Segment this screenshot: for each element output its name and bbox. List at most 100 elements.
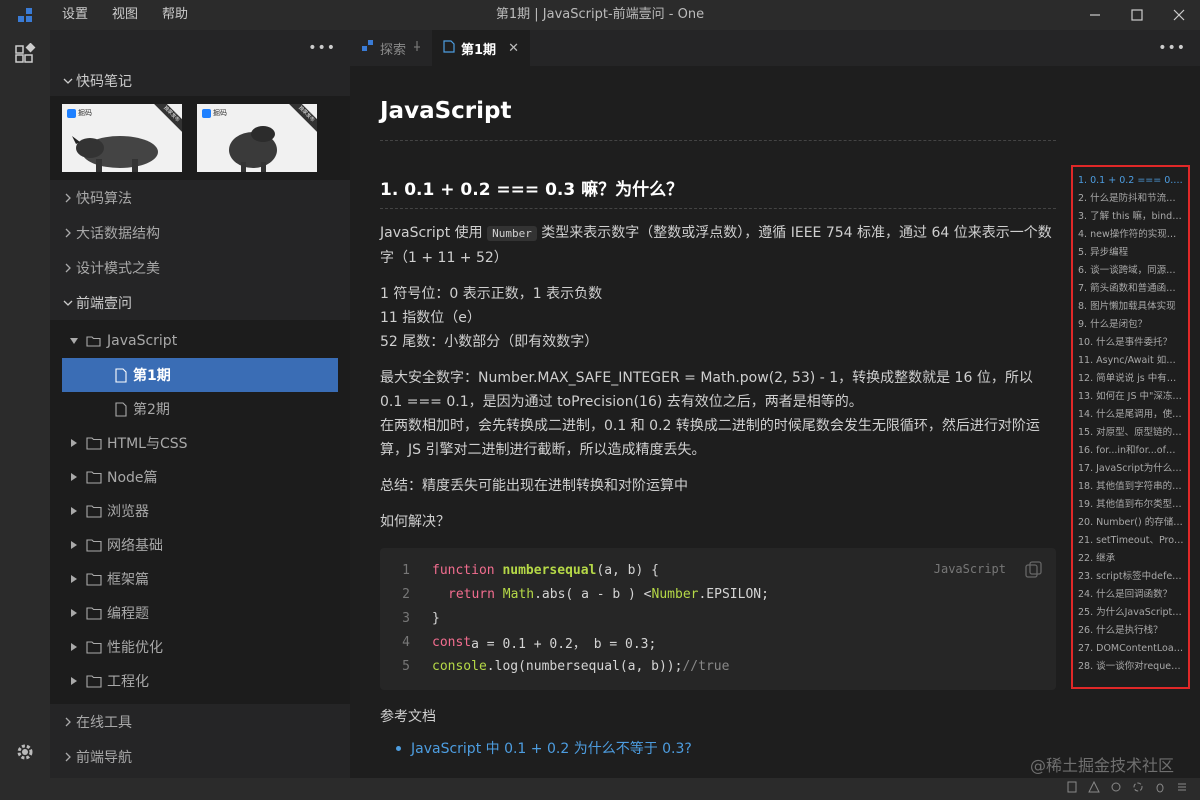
menu-icon[interactable] xyxy=(1176,781,1188,797)
app-logo-icon xyxy=(0,0,50,30)
close-window-button[interactable] xyxy=(1158,0,1200,30)
outline-item[interactable]: 4. new操作符的实现原理 xyxy=(1078,226,1184,244)
menu-help[interactable]: 帮助 xyxy=(150,0,200,30)
code-text: .log(numbersequal(a, b)); xyxy=(486,658,683,674)
section-label: 前端壹问 xyxy=(76,295,132,312)
outline-item[interactable]: 23. script标签中defer和async的区别 xyxy=(1078,568,1184,586)
watermark: @稀土掘金技术社区 xyxy=(1029,756,1174,775)
outline-item[interactable]: 2. 什么是防抖和节流？有什么区别？ xyxy=(1078,190,1184,208)
settings-icon[interactable] xyxy=(1110,781,1122,797)
section-label: 在线工具 xyxy=(76,714,132,731)
outline-item[interactable]: 11. Async/Await 如何通过同步的方式实现异步 xyxy=(1078,352,1184,370)
outline-item[interactable]: 20. Number() 的存储空间是多大 xyxy=(1078,514,1184,532)
minimize-button[interactable] xyxy=(1074,0,1116,30)
sidebar: ••• 快码笔记 掘码 独家发布 掘码 独家发布 快码算法 大话数据结构 设计模… xyxy=(50,30,350,778)
tree-folder-network[interactable]: 网络基础 xyxy=(50,528,350,562)
document-icon[interactable] xyxy=(1066,781,1078,797)
tree-folder-frameworks[interactable]: 框架篇 xyxy=(50,562,350,596)
code-language-label: JavaScript xyxy=(933,562,1006,576)
outline-item[interactable]: 24. 什么是回调函数？ xyxy=(1078,586,1184,604)
chevron-right-icon xyxy=(60,228,76,238)
tree-folder-html-css[interactable]: HTML与CSS xyxy=(50,426,350,460)
menu-view[interactable]: 视图 xyxy=(100,0,150,30)
outline-item[interactable]: 19. 其他值到布尔类型的值的转换规则 xyxy=(1078,496,1184,514)
outline-item[interactable]: 28. 谈一谈你对requestAnimationFrame的理解 xyxy=(1078,658,1184,676)
tree-label: 性能优化 xyxy=(107,640,163,656)
outline-item[interactable]: 22. 继承 xyxy=(1078,550,1184,568)
outline-item[interactable]: 26. 什么是执行栈？ xyxy=(1078,622,1184,640)
outline-item[interactable]: 10. 什么是事件委托？ xyxy=(1078,334,1184,352)
line-number: 3 xyxy=(402,610,410,626)
caret-right-icon xyxy=(66,608,82,618)
outline-item[interactable]: 17. JavaScript为什么要进行变量提升 xyxy=(1078,460,1184,478)
link-text[interactable]: JavaScript 中 0.1 + 0.2 为什么不等于 0.3? xyxy=(411,738,692,758)
copy-icon[interactable] xyxy=(1024,560,1044,584)
document-icon xyxy=(443,39,455,57)
tree-folder-coding[interactable]: 编程题 xyxy=(50,596,350,630)
section-online-tools[interactable]: 在线工具 xyxy=(50,704,350,739)
linux-icon[interactable] xyxy=(1154,781,1166,797)
warning-icon[interactable] xyxy=(1088,780,1100,797)
folder-open-icon xyxy=(86,334,102,348)
explorer-icon[interactable] xyxy=(0,32,50,76)
outline-item[interactable]: 12. 简单说说 js 中有哪几种内存泄露的情况 xyxy=(1078,370,1184,388)
tree-folder-engineering[interactable]: 工程化 xyxy=(50,664,350,698)
outline-item[interactable]: 13. 如何在 JS 中"深冻结"对象 xyxy=(1078,388,1184,406)
gear-icon[interactable] xyxy=(0,730,50,774)
section-frontend-qa[interactable]: 前端壹问 xyxy=(50,285,350,320)
outline-item[interactable]: 25. 为什么JavaScript是单线程 xyxy=(1078,604,1184,622)
outline-item[interactable]: 27. DOMContentLoaded 事件 xyxy=(1078,640,1184,658)
outline-item[interactable]: 5. 异步编程 xyxy=(1078,244,1184,262)
reference-link[interactable]: JavaScript 中 0.1 + 0.2 为什么不等于 0.3? xyxy=(396,738,1056,758)
outline-item[interactable]: 8. 图片懒加载具体实现 xyxy=(1078,298,1184,316)
status-bar xyxy=(0,778,1200,800)
tree-folder-browser[interactable]: 浏览器 xyxy=(50,494,350,528)
chevron-right-icon xyxy=(60,752,76,762)
paragraph-intro: JavaScript 使用 Number 类型来表示数字（整数或浮点数），遵循 … xyxy=(380,221,1056,270)
tree-file-issue-2[interactable]: 第2期 xyxy=(50,392,350,426)
folder-icon xyxy=(86,538,102,552)
outline-item[interactable]: 1. 0.1 + 0.2 === 0.3 嘛？为什么？ xyxy=(1078,172,1184,190)
editor-more-icon[interactable]: ••• xyxy=(1158,30,1186,66)
outline-item[interactable]: 16. for...in和for...of的区别 xyxy=(1078,442,1184,460)
tab-issue-1[interactable]: 第1期 ✕ xyxy=(433,30,530,66)
outline-item[interactable]: 15. 对原型、原型链的理解 xyxy=(1078,424,1184,442)
paragraph-summary: 总结：精度丢失可能出现在进制转换和对阶运算中 xyxy=(380,478,688,494)
code-block: JavaScript 1 function numbersequal (a, b)… xyxy=(380,548,1056,690)
outline-item[interactable]: 7. 箭头函数和普通函数的区别 xyxy=(1078,280,1184,298)
tree-label: Node篇 xyxy=(107,470,158,486)
section-design-patterns[interactable]: 设计模式之美 xyxy=(50,250,350,285)
sync-icon[interactable] xyxy=(1132,781,1144,797)
code-comment: //true xyxy=(682,658,730,674)
tab-explore[interactable]: 探索 xyxy=(350,30,434,66)
thumbnail-card[interactable]: 掘码 独家发布 xyxy=(62,104,182,172)
close-icon[interactable]: ✕ xyxy=(508,41,519,56)
outline-item[interactable]: 9. 什么是闭包？ xyxy=(1078,316,1184,334)
section-kuaima-algo[interactable]: 快码算法 xyxy=(50,180,350,215)
section-label: 大话数据结构 xyxy=(76,225,160,242)
outline-item[interactable]: 6. 谈一谈跨域，同源策略 xyxy=(1078,262,1184,280)
code-class: console xyxy=(432,658,487,674)
outline-item[interactable]: 3. 了解 this 嘛，bind，call，apply 具体指什么 xyxy=(1078,208,1184,226)
folder-icon xyxy=(86,504,102,518)
section-data-structures[interactable]: 大话数据结构 xyxy=(50,215,350,250)
sidebar-more-icon[interactable]: ••• xyxy=(308,40,336,56)
line-number: 5 xyxy=(402,658,410,674)
tree-file-issue-1[interactable]: 第1期 xyxy=(62,358,338,392)
thumbnail-card[interactable]: 掘码 独家发布 xyxy=(197,104,317,172)
references-list: JavaScript 中 0.1 + 0.2 为什么不等于 0.3? xyxy=(380,738,1056,758)
tree-folder-node[interactable]: Node篇 xyxy=(50,460,350,494)
tree-folder-javascript[interactable]: JavaScript xyxy=(50,324,350,358)
maximize-button[interactable] xyxy=(1116,0,1158,30)
tree-folder-performance[interactable]: 性能优化 xyxy=(50,630,350,664)
outline-item[interactable]: 21. setTimeout、Promise、Async/Await 的区别 xyxy=(1078,532,1184,550)
menu-settings[interactable]: 设置 xyxy=(50,0,100,30)
tree-label: HTML与CSS xyxy=(107,436,188,452)
section-frontend-nav[interactable]: 前端导航 xyxy=(50,739,350,774)
section-kuaima-notes[interactable]: 快码笔记 xyxy=(50,66,350,96)
outline-item[interactable]: 18. 其他值到字符串的转换规则 xyxy=(1078,478,1184,496)
brand-badge: 掘码 xyxy=(67,108,92,118)
folder-icon xyxy=(86,606,102,620)
pin-icon[interactable] xyxy=(412,40,422,56)
outline-item[interactable]: 14. 什么是尾调用，使用尾调用有什么好处？ xyxy=(1078,406,1184,424)
